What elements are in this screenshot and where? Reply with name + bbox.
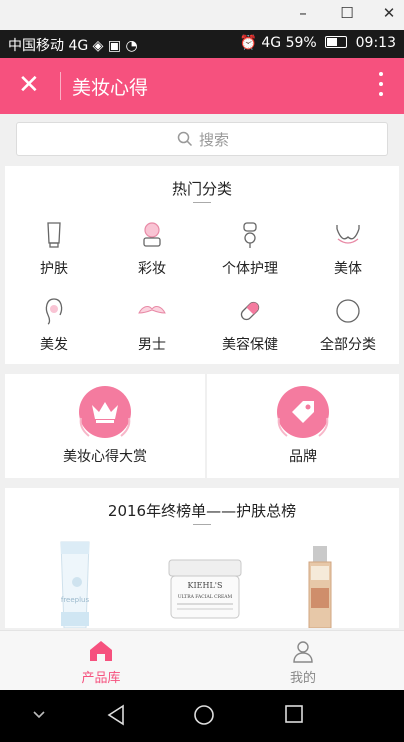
product-item[interactable]: freeplus	[55, 538, 95, 628]
feature-brands[interactable]: 品牌	[207, 374, 399, 478]
skincare-tube-icon	[47, 222, 61, 248]
category-health[interactable]: 美容保健	[201, 294, 299, 354]
category-label: 美体	[334, 261, 362, 277]
search-placeholder: 搜索	[199, 131, 230, 149]
carrier-text: 中国移动 4G ◈ ▣ ◔	[8, 38, 138, 54]
close-icon[interactable]: ✕	[18, 70, 40, 100]
category-label: 美容保健	[222, 337, 278, 353]
recents-square-icon[interactable]	[284, 704, 304, 724]
essence-bottle-icon	[308, 546, 332, 628]
status-bar: 中国移动 4G ◈ ▣ ◔ ⏰ 4G 59% 09:13	[0, 30, 404, 58]
battery-percent: 59%	[285, 35, 317, 51]
category-skincare[interactable]: 护肤	[5, 218, 103, 278]
category-hair[interactable]: 美发	[5, 294, 103, 354]
back-triangle-icon[interactable]	[106, 704, 126, 726]
cleanser-tube-icon: freeplus	[60, 541, 90, 628]
hair-icon	[45, 298, 63, 325]
category-personal-care[interactable]: 个体护理	[201, 218, 299, 278]
chevron-down-icon[interactable]	[32, 710, 46, 720]
maximize-button[interactable]: ☐	[336, 4, 358, 22]
tab-label: 产品库	[81, 671, 121, 686]
more-menu-icon[interactable]	[378, 72, 384, 102]
circle-icon	[336, 299, 360, 323]
category-label: 护肤	[40, 261, 68, 277]
user-icon	[293, 641, 313, 663]
pill-icon	[240, 301, 260, 321]
page-title: 美妆心得	[72, 77, 149, 99]
category-all[interactable]: 全部分类	[299, 294, 397, 354]
category-label: 彩妆	[138, 261, 166, 277]
battery-icon	[325, 36, 348, 48]
search-icon	[177, 131, 193, 147]
laurel-icon	[79, 417, 131, 437]
window-close-button[interactable]: ✕	[378, 4, 400, 22]
cream-jar-icon: KIEHL'S ULTRA FACIAL CREAM	[168, 559, 242, 619]
minimize-button[interactable]: –	[292, 4, 314, 22]
system-nav-bar	[0, 690, 404, 742]
laurel-icon	[277, 417, 329, 437]
category-label: 男士	[138, 337, 166, 353]
feature-label: 品牌	[289, 449, 317, 465]
product-brand: freeplus	[61, 596, 90, 604]
home-circle-icon[interactable]	[193, 704, 215, 726]
category-label: 个体护理	[222, 261, 278, 277]
app-header: ✕ 美妆心得	[0, 58, 404, 114]
search-area: 搜索	[0, 114, 404, 164]
tab-me[interactable]: 我的	[202, 631, 404, 691]
mustache-icon	[138, 305, 166, 314]
product-brand: KIEHL'S	[188, 581, 223, 590]
header-divider	[60, 72, 61, 100]
status-right: ⏰ 4G 59% 09:13	[240, 35, 396, 51]
makeup-compact-icon	[143, 222, 161, 247]
product-item[interactable]: KIEHL'S ULTRA FACIAL CREAM	[165, 556, 245, 626]
hot-categories: 热门分类 护肤 彩妆 个体护理 美体 美发 男士 美容保健 全部分类	[5, 166, 399, 364]
tab-label: 我的	[289, 671, 316, 686]
razor-icon	[243, 222, 257, 248]
category-body[interactable]: 美体	[299, 218, 397, 278]
category-men[interactable]: 男士	[103, 294, 201, 354]
tab-bar: 产品库 我的	[0, 630, 404, 691]
feature-label: 美妆心得大赏	[63, 449, 147, 465]
tab-products[interactable]: 产品库	[0, 631, 202, 691]
title-underline	[193, 202, 211, 203]
status-icons: ⏰ 4G	[239, 35, 282, 51]
category-label: 美发	[40, 337, 68, 353]
ranking-section: 2016年终榜单——护肤总榜 freeplus KIEHL'S ULTRA FA…	[5, 488, 399, 628]
title-underline	[193, 524, 211, 525]
window-titlebar: – ☐ ✕	[0, 0, 404, 30]
ranking-title[interactable]: 2016年终榜单——护肤总榜	[5, 500, 399, 521]
bra-icon	[336, 225, 360, 244]
category-label: 全部分类	[320, 337, 376, 353]
product-item[interactable]	[305, 544, 335, 628]
section-title: 热门分类	[171, 180, 232, 198]
product-name: ULTRA FACIAL CREAM	[178, 594, 233, 600]
feature-awards[interactable]: 美妆心得大赏	[5, 374, 205, 478]
search-input[interactable]: 搜索	[16, 122, 388, 156]
category-makeup[interactable]: 彩妆	[103, 218, 201, 278]
home-icon	[90, 641, 112, 661]
clock: 09:13	[355, 35, 396, 51]
